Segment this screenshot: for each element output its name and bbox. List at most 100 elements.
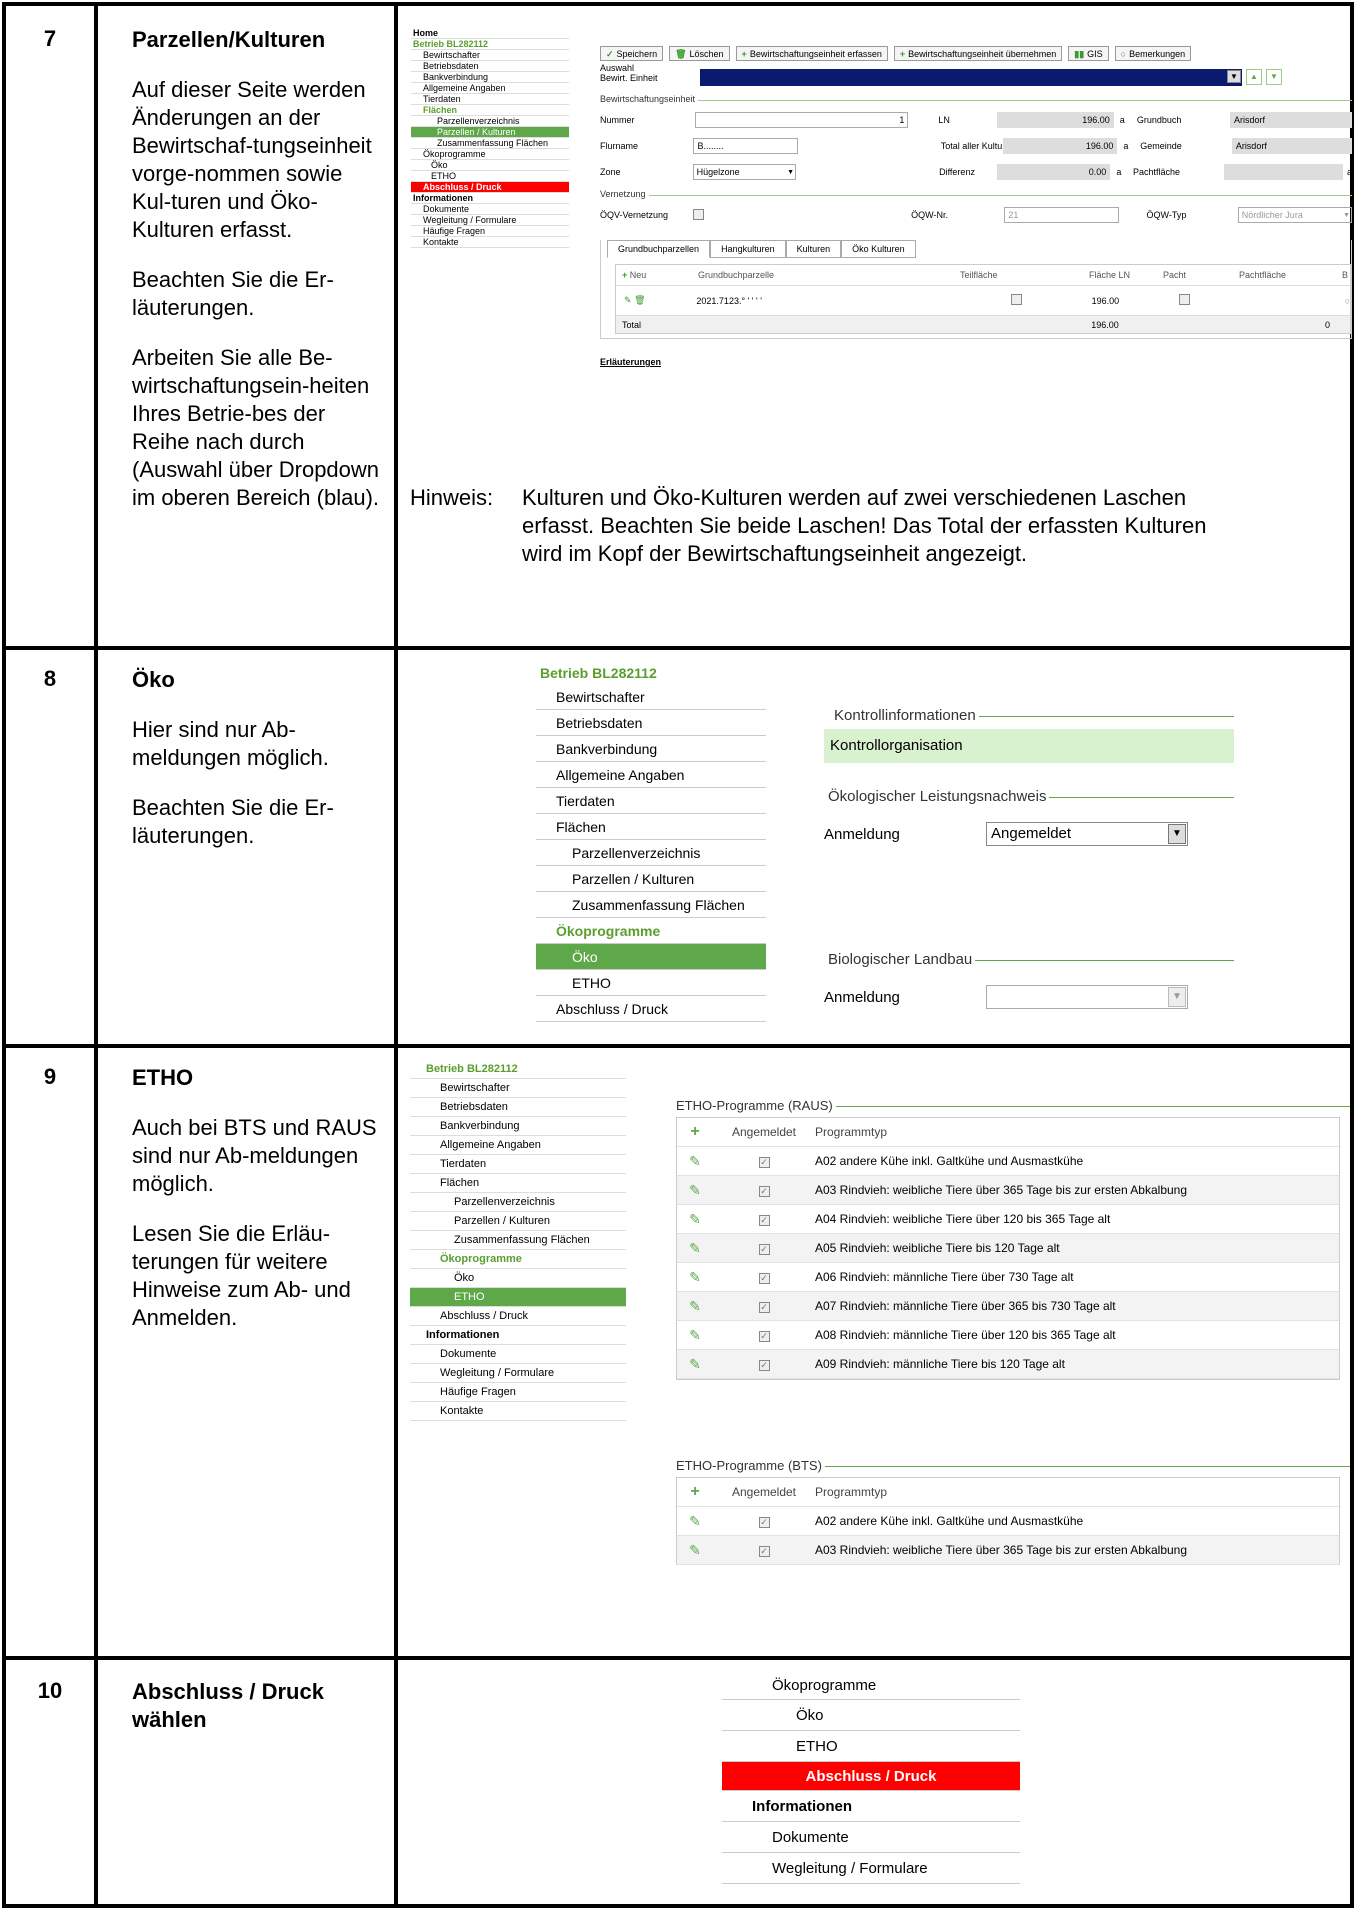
nav-item[interactable]: Betriebsdaten xyxy=(411,61,569,72)
table-row[interactable]: ✎ ✓ A09 Rindvieh: männliche Tiere bis 120 … xyxy=(677,1350,1339,1379)
nav-item[interactable]: Öko xyxy=(411,160,569,171)
checkbox[interactable] xyxy=(1178,294,1190,305)
table-row[interactable]: ✎ ✓ A07 Rindvieh: männliche Tiere über 365… xyxy=(677,1292,1339,1321)
angemeldet-checkbox[interactable]: ✓ xyxy=(758,1517,770,1528)
nav-item[interactable]: Öko xyxy=(722,1700,1020,1731)
table-row[interactable]: ✎ ✓ A02 andere Kühe inkl. Galtkühe und Aus… xyxy=(677,1147,1339,1176)
nav-item[interactable]: Flächen xyxy=(536,814,766,840)
angemeldet-checkbox[interactable]: ✓ xyxy=(758,1186,770,1197)
nav-item[interactable]: Abschluss / Druck xyxy=(536,996,766,1022)
edit-icon[interactable]: ✎ xyxy=(677,1240,713,1257)
flurname-input[interactable]: B........ xyxy=(693,138,798,154)
angemeldet-checkbox[interactable]: ✓ xyxy=(758,1157,770,1168)
nav-item[interactable]: Betriebsdaten xyxy=(410,1098,626,1117)
nummer-input[interactable]: 1 xyxy=(695,112,909,128)
tab-grundbuchparzellen[interactable]: Grundbuchparzellen xyxy=(607,240,711,258)
angemeldet-checkbox[interactable]: ✓ xyxy=(758,1244,770,1255)
edit-icon[interactable]: ✎ xyxy=(677,1513,713,1530)
unit-select-dropdown[interactable]: ▼ xyxy=(700,69,1242,86)
nav-item[interactable]: Parzellen / Kulturen xyxy=(536,866,766,892)
nav-item[interactable]: Home xyxy=(411,28,569,39)
nav-item[interactable]: ETHO xyxy=(536,970,766,996)
notes-button[interactable]: ○ Bemerkungen xyxy=(1114,46,1192,61)
nav-item[interactable]: Bewirtschafter xyxy=(410,1079,626,1098)
nav-item[interactable]: Betriebsdaten xyxy=(536,710,766,736)
edit-icon[interactable]: ✎ xyxy=(677,1211,713,1228)
nav-item[interactable]: ETHO xyxy=(411,171,569,182)
table-row[interactable]: ✎ ✓ A03 Rindvieh: weibliche Tiere über 365… xyxy=(677,1536,1339,1565)
angemeldet-checkbox[interactable]: ✓ xyxy=(758,1215,770,1226)
nav-item[interactable]: Bankverbindung xyxy=(410,1117,626,1136)
nav-item[interactable]: Parzellenverzeichnis xyxy=(410,1193,626,1212)
nav-item[interactable]: Ökoprogramme xyxy=(722,1672,1020,1700)
edit-icon[interactable]: ✎ xyxy=(677,1327,713,1344)
nav-item[interactable]: Flächen xyxy=(411,105,569,116)
nav-item[interactable]: Informationen xyxy=(410,1326,626,1345)
table-row[interactable]: ✎ ✓ A02 andere Kühe inkl. Galtkühe und Aus… xyxy=(677,1507,1339,1536)
down-arrow-icon[interactable]: ▼ xyxy=(1266,69,1282,85)
edit-icon[interactable]: ✎ xyxy=(677,1182,713,1199)
nav-item[interactable]: Bewirtschafter xyxy=(536,684,766,710)
save-button[interactable]: ✓ Speichern xyxy=(600,46,664,61)
nav-item[interactable]: Ökoprogramme xyxy=(410,1250,626,1269)
nav-item[interactable]: Parzellen / Kulturen xyxy=(410,1212,626,1231)
nav-item[interactable]: ETHO xyxy=(722,1731,1020,1762)
nav-item-finish[interactable]: Abschluss / Druck xyxy=(722,1762,1020,1791)
nav-item[interactable]: Informationen xyxy=(722,1791,1020,1822)
nav-item[interactable]: Dokumente xyxy=(411,204,569,215)
nav-item[interactable]: Ökoprogramme xyxy=(411,149,569,160)
nav-item[interactable]: Häufige Fragen xyxy=(411,226,569,237)
angemeldet-checkbox[interactable]: ✓ xyxy=(758,1331,770,1342)
nav-item[interactable]: Allgemeine Angaben xyxy=(411,83,569,94)
oqw-typ-select[interactable]: Nördlicher Jura ▼ xyxy=(1237,207,1352,223)
gis-button[interactable]: ▮▮ GIS xyxy=(1068,46,1109,61)
angemeldet-checkbox[interactable]: ✓ xyxy=(758,1273,770,1284)
table-row[interactable]: ✎ ✓ A08 Rindvieh: männliche Tiere über 120… xyxy=(677,1321,1339,1350)
nav-item[interactable]: Bankverbindung xyxy=(411,72,569,83)
nav-item[interactable]: Flächen xyxy=(410,1174,626,1193)
oqv-checkbox[interactable] xyxy=(693,208,705,220)
nav-item[interactable]: Dokumente xyxy=(410,1345,626,1364)
table-row[interactable]: ✎ ✓ A03 Rindvieh: weibliche Tiere über 365… xyxy=(677,1176,1339,1205)
nav-item-active[interactable]: Öko xyxy=(536,944,766,970)
nav-item[interactable]: Kontakte xyxy=(411,237,569,248)
nav-item[interactable]: Öko xyxy=(410,1269,626,1288)
edit-icon[interactable]: ✎ xyxy=(677,1298,713,1315)
nav-item-active[interactable]: ETHO xyxy=(410,1288,626,1307)
nav-item[interactable]: Allgemeine Angaben xyxy=(536,762,766,788)
plus-icon[interactable]: + xyxy=(622,270,630,280)
nav-item[interactable]: Parzellenverzeichnis xyxy=(536,840,766,866)
nav-item[interactable]: Parzellenverzeichnis xyxy=(411,116,569,127)
nav-item[interactable]: Wegleitung / Formulare xyxy=(411,215,569,226)
nav-item[interactable]: Wegleitung / Formulare xyxy=(722,1853,1020,1884)
tab-kulturen[interactable]: Kulturen xyxy=(785,240,842,258)
zone-select[interactable]: Hügelzone ▼ xyxy=(692,164,797,180)
delete-button[interactable]: 🗑 Löschen xyxy=(669,46,730,61)
nav-item[interactable]: Informationen xyxy=(411,193,569,204)
table-row[interactable]: ✎ 🗑 2021.7123.° ' ' ' ' 196.00 ○ xyxy=(616,285,1350,315)
nav-item[interactable]: Zusammenfassung Flächen xyxy=(536,892,766,918)
nav-item[interactable]: Betrieb BL282112 xyxy=(410,1060,626,1079)
edit-icon[interactable]: ✎ xyxy=(677,1356,713,1373)
nav-item[interactable]: Abschluss / Druck xyxy=(410,1307,626,1326)
nav-item[interactable]: Kontakte xyxy=(410,1402,626,1421)
trash-icon[interactable]: 🗑 xyxy=(634,295,645,305)
table-row[interactable]: ✎ ✓ A05 Rindvieh: weibliche Tiere bis 120 … xyxy=(677,1234,1339,1263)
nav-item-finish[interactable]: Abschluss / Druck xyxy=(411,182,569,193)
nav-item[interactable]: Zusammenfassung Flächen xyxy=(411,138,569,149)
nav-item[interactable]: Tierdaten xyxy=(411,94,569,105)
erlaeuterungen-link[interactable]: Erläuterungen xyxy=(600,357,1352,367)
nav-item[interactable]: Bankverbindung xyxy=(536,736,766,762)
up-arrow-icon[interactable]: ▲ xyxy=(1246,69,1262,85)
oqw-nr-input[interactable]: 21 xyxy=(1004,207,1119,223)
nav-item[interactable]: Wegleitung / Formulare xyxy=(410,1364,626,1383)
edit-icon[interactable]: ✎ xyxy=(677,1269,713,1286)
nav-item[interactable]: Betrieb BL282112 xyxy=(411,39,569,50)
angemeldet-checkbox[interactable]: ✓ xyxy=(758,1302,770,1313)
nav-item[interactable]: Tierdaten xyxy=(410,1155,626,1174)
angemeldet-checkbox[interactable]: ✓ xyxy=(758,1360,770,1371)
nav-item[interactable]: Tierdaten xyxy=(536,788,766,814)
checkbox[interactable] xyxy=(1011,294,1023,305)
table-row[interactable]: ✎ ✓ A06 Rindvieh: männliche Tiere über 730… xyxy=(677,1263,1339,1292)
nav-item[interactable]: Dokumente xyxy=(722,1822,1020,1853)
